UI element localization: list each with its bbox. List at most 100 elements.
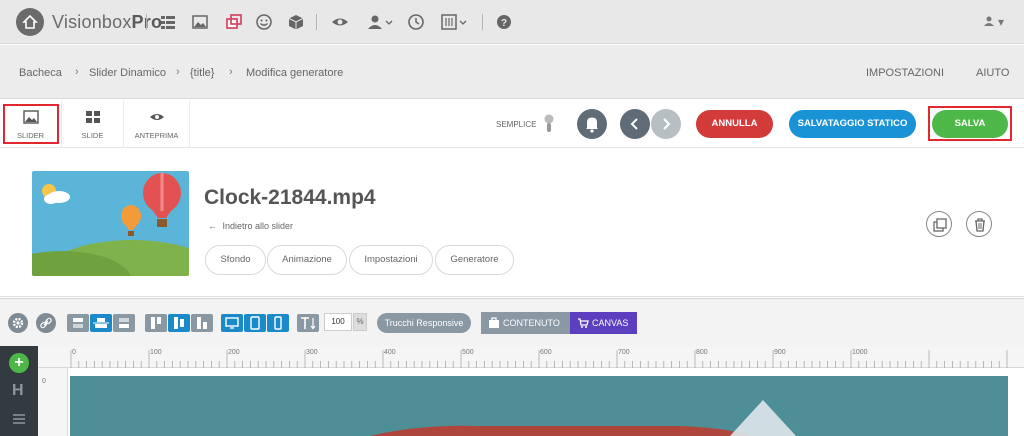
text-height-icon [301, 317, 316, 330]
smiley-icon[interactable] [254, 12, 274, 32]
home-logo-icon[interactable] [16, 8, 44, 36]
slide-thumbnail[interactable] [32, 171, 189, 276]
image-icon[interactable] [190, 12, 210, 32]
ruler-label: 200 [228, 349, 240, 356]
ruler-ticks [70, 350, 1008, 368]
semplice-label: SEMPLICE [496, 120, 537, 129]
trucchi-responsive-button[interactable]: Trucchi Responsive [377, 313, 471, 333]
help-link[interactable]: AIUTO [976, 67, 1009, 79]
ruler-label: 100 [150, 349, 162, 356]
breadcrumb-bacheca[interactable]: Bacheca [19, 67, 62, 79]
text-height-button[interactable] [297, 314, 319, 332]
thumbnail-illustration [32, 171, 189, 276]
device-tablet-button[interactable] [244, 314, 266, 332]
valign-top-button[interactable] [145, 314, 167, 332]
canvas-button[interactable]: CANVAS [570, 312, 637, 334]
subtab-generatore[interactable]: Generatore [435, 245, 514, 275]
toggle-bulb-icon[interactable] [543, 113, 555, 135]
previous-button[interactable] [620, 109, 650, 139]
contenuto-button[interactable]: CONTENUTO [481, 312, 570, 334]
valign-center-button[interactable] [168, 314, 190, 332]
tab-slide[interactable]: SLIDE [62, 100, 124, 148]
breadcrumb-separator-icon: › [229, 66, 233, 78]
clock-icon[interactable] [406, 12, 426, 32]
annotation-box-2 [3, 104, 59, 144]
duplicate-button[interactable] [926, 211, 952, 237]
breadcrumb-current: Modifica generatore [246, 67, 344, 79]
settings-gear-button[interactable] [8, 313, 28, 333]
eye-icon[interactable] [330, 12, 350, 32]
subtab-impostazioni[interactable]: Impostazioni [349, 245, 433, 275]
valign-center-icon [174, 317, 184, 329]
add-layer-button[interactable]: + [9, 353, 29, 373]
cube-icon[interactable] [286, 12, 306, 32]
eye-icon [150, 114, 164, 120]
file-title: Clock-21844.mp4 [204, 186, 376, 209]
horizontal-ruler: 0 100 200 300 400 500 600 700 800 900 10… [38, 346, 1024, 368]
user-icon[interactable] [366, 12, 394, 32]
tab-anteprima[interactable]: ANTEPRIMA [124, 100, 190, 148]
align-middle-button[interactable] [90, 314, 112, 332]
svg-text:?: ? [501, 18, 507, 29]
layers-sidebar: + H [0, 346, 38, 436]
device-desktop-button[interactable] [221, 314, 243, 332]
layers-icon[interactable] [224, 12, 244, 32]
ruler-label: 300 [306, 349, 318, 356]
bell-icon [586, 117, 598, 133]
top-navbar: VisionboxPro ? ▾ [0, 0, 1024, 44]
zoom-input[interactable]: 100 [324, 313, 352, 331]
back-link-label: Indietro allo slider [222, 221, 294, 231]
subtab-sfondo[interactable]: Sfondo [205, 245, 266, 275]
link-button[interactable] [36, 313, 56, 333]
link-icon [40, 317, 52, 329]
mobile-icon [274, 316, 282, 330]
help-icon[interactable]: ? [494, 12, 514, 32]
heading-layer-button[interactable]: H [12, 382, 24, 400]
cart-icon [578, 318, 589, 328]
copy-icon [933, 218, 947, 232]
ruler-label: 900 [774, 349, 786, 356]
ruler-label: 400 [384, 349, 396, 356]
breadcrumb-title[interactable]: {title} [190, 67, 214, 79]
gear-icon [12, 317, 24, 329]
align-bottom-button[interactable] [113, 314, 135, 332]
ruler-label: 1000 [852, 349, 868, 356]
align-top-button[interactable] [67, 314, 89, 332]
plus-icon: + [14, 354, 24, 371]
device-mobile-button[interactable] [267, 314, 289, 332]
back-to-slider-link[interactable]: ← Indietro allo slider [208, 221, 293, 231]
canvas-label: CANVAS [592, 318, 629, 328]
annulla-button[interactable]: ANNULLA [696, 110, 773, 138]
salvataggio-statico-button[interactable]: SALVATAGGIO STATICO [789, 110, 916, 138]
align-top-icon [73, 318, 83, 328]
settings-link[interactable]: IMPOSTAZIONI [866, 67, 944, 79]
valign-bottom-button[interactable] [191, 314, 213, 332]
subtab-animazione[interactable]: Animazione [267, 245, 347, 275]
briefcase-icon [489, 317, 499, 328]
menu-lines-icon[interactable] [12, 413, 26, 425]
grid-icon [86, 111, 100, 123]
notifications-button[interactable] [577, 109, 607, 139]
slide-canvas[interactable] [70, 376, 1008, 436]
align-middle-icon [93, 318, 109, 328]
arrow-left-icon: ← [208, 221, 217, 231]
canvas-preview-shapes [370, 400, 796, 436]
delete-button[interactable] [966, 211, 992, 237]
breadcrumb-separator-icon: › [176, 66, 180, 78]
ruler-label: 500 [462, 349, 474, 356]
next-button[interactable] [651, 109, 681, 139]
zoom-unit: % [353, 313, 367, 331]
breadcrumb-separator-icon: › [75, 66, 79, 78]
topbar-divider [316, 14, 317, 30]
breadcrumb-slider-dinamico[interactable]: Slider Dinamico [89, 67, 166, 79]
slide-info-panel [0, 149, 1024, 297]
annotation-box-1 [928, 106, 1012, 141]
sliders-icon[interactable] [440, 12, 468, 32]
ruler-label: 800 [696, 349, 708, 356]
list-icon[interactable] [158, 12, 178, 32]
chevron-left-icon [630, 118, 638, 130]
user-menu[interactable]: ▾ [983, 15, 1004, 29]
align-bottom-icon [119, 318, 129, 328]
ruler-label: 700 [618, 349, 630, 356]
contenuto-label: CONTENUTO [503, 318, 560, 328]
